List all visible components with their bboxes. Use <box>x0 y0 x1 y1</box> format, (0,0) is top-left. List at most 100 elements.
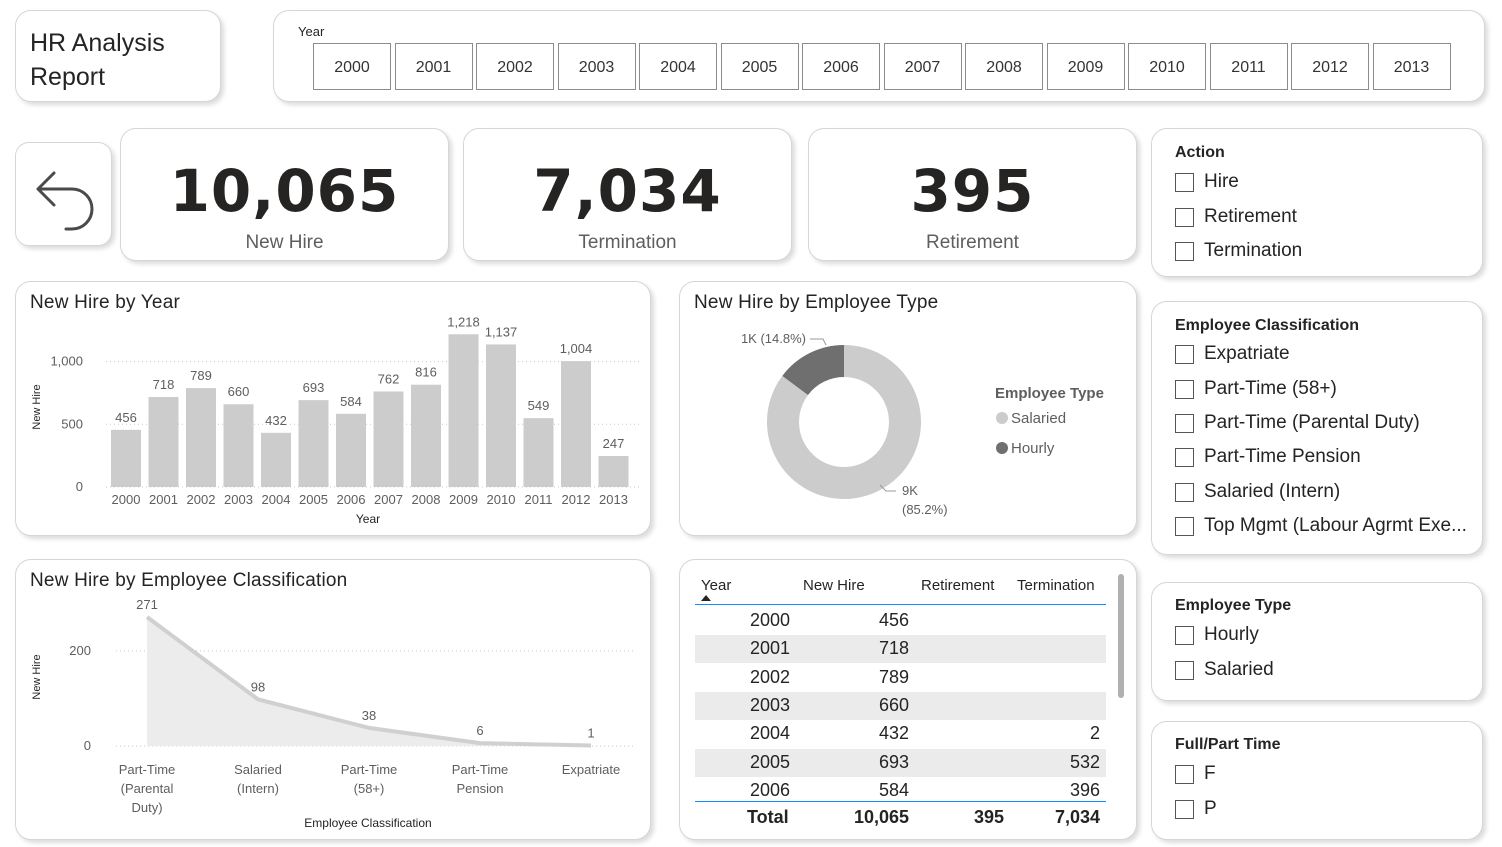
column-header-new-hire[interactable]: New Hire <box>803 577 865 594</box>
slicer-option-salaried[interactable]: Salaried <box>1175 658 1274 682</box>
slicer-option-hourly[interactable]: Hourly <box>1175 623 1259 647</box>
year-button-2004[interactable]: 2004 <box>639 43 717 90</box>
x-tick-label: Part-Time <box>119 762 176 777</box>
legend-label-salaried: Salaried <box>1011 410 1066 427</box>
total-new-hire: 10,065 <box>853 807 909 827</box>
slicer-option-part-time-parental[interactable]: Part-Time (Parental Duty) <box>1175 411 1420 435</box>
year-button-2011[interactable]: 2011 <box>1209 43 1288 90</box>
checkbox[interactable] <box>1175 344 1194 364</box>
kpi-termination: 7,034 Termination <box>463 128 792 261</box>
new-hire-by-classification-chart: New Hire by Employee Classification 0 200… <box>15 559 651 840</box>
slicer-option-part-time-58[interactable]: Part-Time (58+) <box>1175 377 1337 401</box>
back-arrow-icon <box>36 171 94 231</box>
data-label: 1,218 <box>447 314 480 329</box>
slicer-option-retirement[interactable]: Retirement <box>1175 205 1297 229</box>
report-title: HR Analysis Report <box>30 29 165 91</box>
y-tick-label: 1,000 <box>50 354 83 369</box>
donut-chart-plot: 1K (14.8%) 9K (85.2%) Employee Type Salaried… <box>741 331 1104 517</box>
column-header-termination[interactable]: Termination <box>1017 577 1095 594</box>
table-row: 2004 432 2 <box>695 720 1106 748</box>
slicer-header: Full/Part Time <box>1175 736 1281 753</box>
slicer-option-salaried-intern[interactable]: Salaried (Intern) <box>1175 480 1340 504</box>
option-label: Top Mgmt (Labour Agrmt Exe... <box>1204 515 1467 536</box>
data-label: 456 <box>115 410 137 425</box>
year-button-2006[interactable]: 2006 <box>802 43 880 90</box>
table-scrollbar[interactable] <box>1118 574 1124 698</box>
checkbox[interactable] <box>1175 379 1194 399</box>
checkbox[interactable] <box>1175 413 1194 433</box>
data-label: 660 <box>228 384 250 399</box>
year-button-2007[interactable]: 2007 <box>883 43 962 90</box>
x-tick-label: 2010 <box>487 492 516 507</box>
table-row: 2002 789 <box>695 664 1106 692</box>
year-button-2001[interactable]: 2001 <box>394 43 473 90</box>
bar <box>223 404 254 487</box>
total-label: Total <box>747 807 789 827</box>
checkbox[interactable] <box>1175 799 1194 819</box>
data-label: 271 <box>136 597 158 612</box>
checkbox[interactable] <box>1175 482 1194 502</box>
slicer-option-part-time-pension[interactable]: Part-Time Pension <box>1175 445 1361 469</box>
data-label: 762 <box>378 371 400 386</box>
checkbox[interactable] <box>1175 764 1194 784</box>
slicer-option-hire[interactable]: Hire <box>1175 170 1239 194</box>
total-retirement: 395 <box>973 807 1004 827</box>
checkbox[interactable] <box>1175 516 1194 536</box>
legend-marker-salaried <box>996 412 1008 424</box>
data-label: 549 <box>528 398 550 413</box>
year-button-2008[interactable]: 2008 <box>965 43 1043 90</box>
column-header-retirement[interactable]: Retirement <box>921 577 994 594</box>
x-tick-label: 2004 <box>262 492 291 507</box>
bar <box>411 384 441 487</box>
x-tick-label: 2011 <box>525 492 553 507</box>
year-button-2005[interactable]: 2005 <box>720 43 799 90</box>
slicer-option-top-mgmt[interactable]: Top Mgmt (Labour Agrmt Exe... <box>1175 514 1467 538</box>
header-divider <box>695 604 1106 605</box>
x-tick-label: Pension <box>457 781 504 796</box>
checkbox[interactable] <box>1175 172 1194 192</box>
x-tick-label: (Intern) <box>237 781 279 796</box>
year-button-2009[interactable]: 2009 <box>1046 43 1125 90</box>
table-row: 2005 693 532 <box>695 748 1106 777</box>
back-button[interactable] <box>15 142 112 246</box>
year-button-2002[interactable]: 2002 <box>476 43 554 90</box>
checkbox[interactable] <box>1175 241 1194 261</box>
option-label: Part-Time (Parental Duty) <box>1204 412 1420 433</box>
cell-new-hire: 456 <box>878 610 909 630</box>
new-hire-by-employee-type-chart: New Hire by Employee Type 1K (14.8%) 9K (8… <box>679 281 1137 536</box>
area-chart-plot: 0 200 271 Part-Time (Parental Duty) 98 Salaried… <box>31 597 634 830</box>
year-button-2010[interactable]: 2010 <box>1128 43 1206 90</box>
data-label: 432 <box>265 413 287 428</box>
slicer-option-f[interactable]: F <box>1175 762 1216 786</box>
year-button-2012[interactable]: 2012 <box>1291 43 1369 90</box>
option-label: Part-Time (58+) <box>1204 378 1337 399</box>
cell-year: 2000 <box>750 610 791 630</box>
y-axis-title: New Hire <box>31 654 43 699</box>
x-tick-label: 2009 <box>449 492 478 507</box>
checkbox[interactable] <box>1175 660 1194 680</box>
option-label: Hire <box>1204 171 1239 192</box>
checkbox[interactable] <box>1175 447 1194 467</box>
checkbox[interactable] <box>1175 625 1194 645</box>
cell-new-hire: 693 <box>878 751 909 772</box>
column-header-year[interactable]: Year <box>701 577 731 594</box>
year-button-2000[interactable]: 2000 <box>313 43 391 90</box>
checkbox[interactable] <box>1175 207 1194 227</box>
cell-year: 2005 <box>750 751 791 772</box>
option-label: Salaried <box>1204 659 1274 680</box>
slicer-option-termination[interactable]: Termination <box>1175 239 1302 263</box>
slicer-option-p[interactable]: P <box>1175 797 1217 821</box>
slicer-option-expatriate[interactable]: Expatriate <box>1175 342 1290 366</box>
option-label: F <box>1204 763 1216 784</box>
bar <box>148 396 179 487</box>
year-slicer: Year 2000 2001 2002 2003 2004 2005 2006 2007 200… <box>273 10 1485 102</box>
x-axis-title: Year <box>356 512 380 526</box>
bar <box>448 334 479 487</box>
x-tick-label: Part-Time <box>341 762 398 777</box>
option-label: Part-Time Pension <box>1204 446 1361 467</box>
option-label: P <box>1204 798 1217 819</box>
data-label: 789 <box>190 368 212 383</box>
year-button-2013[interactable]: 2013 <box>1372 43 1451 90</box>
x-tick-label: 2000 <box>112 492 141 507</box>
year-button-2003[interactable]: 2003 <box>557 43 636 90</box>
